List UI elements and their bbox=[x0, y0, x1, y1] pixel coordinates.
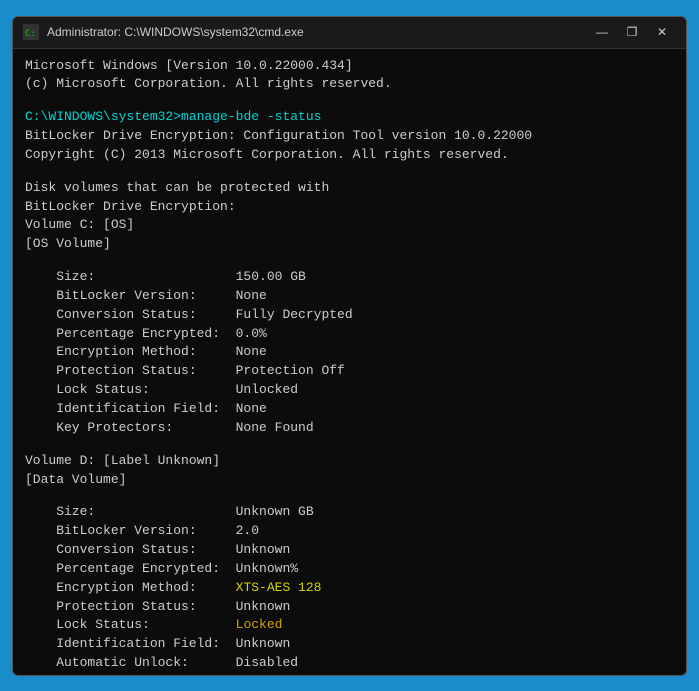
terminal-line: [OS Volume] bbox=[25, 235, 674, 254]
lock-status-value: Locked bbox=[236, 617, 283, 632]
terminal-line: Encryption Method: XTS-AES 128 bbox=[25, 579, 674, 598]
terminal-content[interactable]: Microsoft Windows [Version 10.0.22000.43… bbox=[13, 49, 686, 675]
terminal-line: Disk volumes that can be protected with bbox=[25, 179, 674, 198]
line-label: Lock Status: bbox=[25, 617, 236, 632]
cmd-icon: C: bbox=[23, 24, 39, 40]
terminal-line: Key Protectors: None Found bbox=[25, 419, 674, 438]
terminal-line: Protection Status: Protection Off bbox=[25, 362, 674, 381]
terminal-line: Identification Field: Unknown bbox=[25, 635, 674, 654]
terminal-line: BitLocker Drive Encryption: Configuratio… bbox=[25, 127, 674, 146]
minimize-button[interactable]: — bbox=[588, 21, 616, 43]
terminal-line: Microsoft Windows [Version 10.0.22000.43… bbox=[25, 57, 674, 76]
terminal-line: Size: Unknown GB bbox=[25, 503, 674, 522]
line-label: Encryption Method: bbox=[25, 580, 236, 595]
terminal-line: Identification Field: None bbox=[25, 400, 674, 419]
prompt-command: manage-bde -status bbox=[181, 109, 321, 124]
close-button[interactable]: ✕ bbox=[648, 21, 676, 43]
line-value-highlighted: XTS-AES 128 bbox=[236, 580, 322, 595]
window-controls: — ❐ ✕ bbox=[588, 21, 676, 43]
terminal-line: [Data Volume] bbox=[25, 471, 674, 490]
title-bar: C: Administrator: C:\WINDOWS\system32\cm… bbox=[13, 17, 686, 49]
prompt-path: C:\WINDOWS\system32> bbox=[25, 109, 181, 124]
terminal-line: Key Protectors: bbox=[25, 673, 674, 675]
window-title: Administrator: C:\WINDOWS\system32\cmd.e… bbox=[47, 25, 588, 39]
terminal-line: Conversion Status: Unknown bbox=[25, 541, 674, 560]
terminal-line: BitLocker Version: 2.0 bbox=[25, 522, 674, 541]
blank-line bbox=[25, 438, 674, 452]
terminal-line: Percentage Encrypted: Unknown% bbox=[25, 560, 674, 579]
terminal-line: C:\WINDOWS\system32>manage-bde -status bbox=[25, 108, 674, 127]
terminal-line: Copyright (C) 2013 Microsoft Corporation… bbox=[25, 146, 674, 165]
maximize-button[interactable]: ❐ bbox=[618, 21, 646, 43]
blank-line bbox=[25, 94, 674, 108]
terminal-line: Volume C: [OS] bbox=[25, 216, 674, 235]
svg-text:C:: C: bbox=[25, 29, 36, 39]
blank-line bbox=[25, 254, 674, 268]
terminal-line: Volume D: [Label Unknown] bbox=[25, 452, 674, 471]
terminal-line: Automatic Unlock: Disabled bbox=[25, 654, 674, 673]
terminal-line: Protection Status: Unknown bbox=[25, 598, 674, 617]
cmd-window: C: Administrator: C:\WINDOWS\system32\cm… bbox=[12, 16, 687, 676]
terminal-line: BitLocker Drive Encryption: bbox=[25, 198, 674, 217]
blank-line bbox=[25, 165, 674, 179]
terminal-line: Lock Status: Locked bbox=[25, 616, 674, 635]
terminal-line: (c) Microsoft Corporation. All rights re… bbox=[25, 75, 674, 94]
terminal-line: Size: 150.00 GB bbox=[25, 268, 674, 287]
terminal-line: Lock Status: Unlocked bbox=[25, 381, 674, 400]
terminal-line: Percentage Encrypted: 0.0% bbox=[25, 325, 674, 344]
terminal-line: Conversion Status: Fully Decrypted bbox=[25, 306, 674, 325]
terminal-line: Encryption Method: None bbox=[25, 343, 674, 362]
terminal-line: BitLocker Version: None bbox=[25, 287, 674, 306]
blank-line bbox=[25, 489, 674, 503]
